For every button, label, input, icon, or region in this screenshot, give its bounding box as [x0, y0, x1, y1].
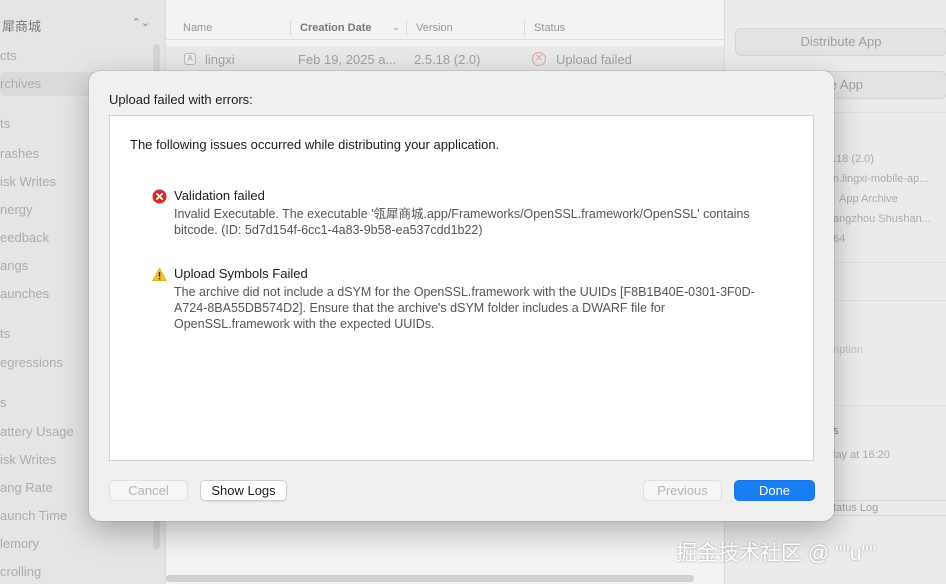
- dialog-title: Upload failed with errors:: [109, 92, 253, 107]
- watermark: 掘金技术社区 @ ""u"": [676, 542, 877, 565]
- done-button[interactable]: Done: [734, 480, 815, 501]
- error-icon: [152, 189, 167, 204]
- issues-panel: The following issues occurred while dist…: [109, 115, 814, 461]
- cancel-button[interactable]: Cancel: [109, 480, 188, 501]
- previous-button[interactable]: Previous: [643, 480, 722, 501]
- dialog-intro: The following issues occurred while dist…: [130, 137, 500, 152]
- issue-detail: Invalid Executable. The executable '瓴犀商城…: [174, 207, 750, 237]
- warning-icon: [152, 267, 167, 281]
- issue-detail: The archive did not include a dSYM for t…: [174, 285, 755, 331]
- show-logs-button[interactable]: Show Logs: [200, 480, 287, 501]
- issue-heading: Validation failed: [174, 188, 265, 203]
- upload-failed-dialog: Upload failed with errors: The following…: [89, 71, 834, 521]
- issue-heading: Upload Symbols Failed: [174, 266, 308, 281]
